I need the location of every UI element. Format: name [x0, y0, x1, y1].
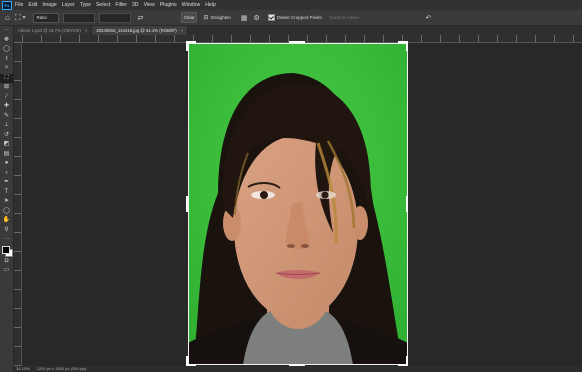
path-selection-tool-icon[interactable]: ➤ [0, 197, 13, 207]
crop-handle-bottom-left[interactable] [186, 356, 188, 366]
grid-icon[interactable]: ▦ [241, 14, 248, 22]
crop-handle-left[interactable] [186, 196, 188, 212]
move-tool-icon[interactable]: ✥ [0, 36, 13, 46]
zoom-tool-icon[interactable]: ⚲ [0, 226, 13, 236]
close-icon[interactable]: × [85, 28, 88, 33]
pen-tool-icon[interactable]: ✒ [0, 178, 13, 188]
portrait-photo [188, 43, 408, 365]
vertical-ruler[interactable] [14, 42, 22, 366]
ratio-select[interactable]: Ratio [33, 12, 60, 23]
ellipse-tool-icon[interactable]: ◯ [0, 207, 13, 217]
ruler-corner [14, 35, 22, 42]
menu-edit[interactable]: Edit [28, 2, 37, 8]
document-tab[interactable]: Album 1.psd @ 16.7% (CMYK/8) × [14, 26, 93, 35]
delete-cropped-checkbox[interactable] [267, 14, 275, 21]
menu-view[interactable]: View [144, 2, 155, 8]
gear-icon[interactable]: ⚙ [254, 14, 260, 22]
hand-tool-icon[interactable]: ✋ [0, 216, 13, 226]
tab-label: 20240516_144418.jpg @ 34.1% (RGB/8*) [96, 28, 177, 33]
frame-tool-icon[interactable]: ⊠ [0, 83, 13, 93]
blur-tool-icon[interactable]: ● [0, 159, 13, 169]
dodge-tool-icon[interactable]: ♁ [0, 169, 13, 179]
tab-label: Album 1.psd @ 16.7% (CMYK/8) [18, 28, 81, 33]
clone-stamp-tool-icon[interactable]: ⊥ [0, 121, 13, 131]
menu-window[interactable]: Window [182, 2, 200, 8]
chevron-down-icon[interactable]: ▾ [22, 14, 25, 21]
color-swatches[interactable] [0, 245, 13, 257]
tools-panel: ·· ✥ ◯ ℓ ✧ ⛶ ⊠ ⁄ ✚ ✎ ⊥ ↺ ◩ ▤ ● ♁ ✒ T ➤ ◯… [0, 26, 14, 372]
delete-cropped-label[interactable]: Delete Cropped Pixels [277, 15, 322, 20]
menu-bar: Ps File Edit Image Layer Type Select Fil… [0, 0, 582, 10]
menu-select[interactable]: Select [96, 2, 110, 8]
home-icon[interactable]: ⌂ [5, 10, 10, 25]
crop-icon[interactable]: ⛶ [15, 10, 21, 25]
document-tab-active[interactable]: 20240516_144418.jpg @ 34.1% (RGB/8*) × [92, 26, 189, 35]
clear-button[interactable]: Clear [181, 12, 198, 23]
document-image[interactable] [188, 43, 408, 365]
crop-height-input[interactable] [99, 12, 132, 23]
zoom-level[interactable]: 34.13% [16, 366, 30, 371]
menu-type[interactable]: Type [80, 2, 91, 8]
more-tools-icon[interactable]: ··· [0, 235, 13, 245]
close-icon[interactable]: × [181, 28, 184, 33]
marquee-tool-icon[interactable]: ◯ [0, 45, 13, 55]
magic-wand-tool-icon[interactable]: ✧ [0, 64, 13, 74]
reset-icon[interactable]: ↶ [426, 14, 432, 22]
menu-filter[interactable]: Filter [115, 2, 127, 8]
history-brush-tool-icon[interactable]: ↺ [0, 131, 13, 141]
crop-handle-top-right[interactable] [406, 41, 408, 51]
straighten-label[interactable]: Straighten [210, 15, 231, 20]
crop-handle-right[interactable] [406, 196, 408, 212]
panel-grip-icon[interactable]: ·· [0, 26, 13, 36]
status-bar: 34.13% 1200 px x 1800 px (300 ppi) [14, 366, 582, 372]
type-tool-icon[interactable]: T [0, 188, 13, 198]
crop-handle-top-left[interactable] [186, 41, 188, 51]
eyedropper-tool-icon[interactable]: ⁄ [0, 93, 13, 103]
foreground-color-swatch[interactable] [2, 245, 10, 254]
gradient-tool-icon[interactable]: ▤ [0, 150, 13, 160]
crop-tool-icon[interactable]: ⛶ [0, 73, 13, 83]
eraser-tool-icon[interactable]: ◩ [0, 140, 13, 150]
crop-handle-bottom-right[interactable] [406, 356, 408, 366]
healing-brush-tool-icon[interactable]: ✚ [0, 102, 13, 112]
brush-tool-icon[interactable]: ✎ [0, 112, 13, 122]
quick-mask-icon[interactable]: ◘ [0, 257, 13, 267]
menu-layer[interactable]: Layer [62, 2, 75, 8]
menu-help[interactable]: Help [205, 2, 216, 8]
document-tab-bar: Album 1.psd @ 16.7% (CMYK/8) × 20240516_1… [14, 26, 582, 35]
crop-handle-top[interactable] [289, 41, 305, 43]
lasso-tool-icon[interactable]: ℓ [0, 55, 13, 65]
content-aware-label: Content-Aware [329, 15, 360, 20]
document-info: 1200 px x 1800 px (300 ppi) [36, 366, 87, 371]
screen-mode-icon[interactable]: ▭ [0, 266, 13, 276]
straighten-icon[interactable]: ⊟ [203, 14, 208, 21]
swap-icon[interactable]: ⇄ [137, 14, 143, 22]
photoshop-logo: Ps [2, 0, 12, 10]
options-bar: ⌂ ⛶ ▾ Ratio ⇄ Clear ⊟ Straighten ▦ ⚙ Del… [0, 10, 582, 26]
menu-3d[interactable]: 3D [132, 2, 139, 8]
menu-plugins[interactable]: Plugins [160, 2, 177, 8]
crop-width-input[interactable] [63, 12, 96, 23]
menu-image[interactable]: Image [42, 2, 56, 8]
menu-file[interactable]: File [15, 2, 23, 8]
